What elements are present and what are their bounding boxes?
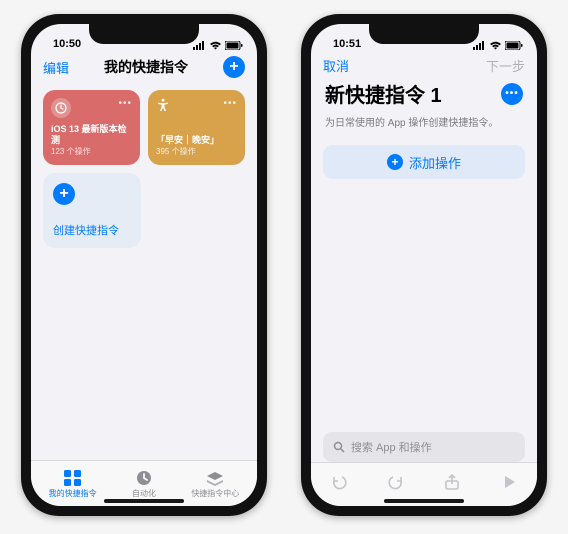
card-title: iOS 13 最新版本检测	[51, 124, 132, 146]
shortcut-card[interactable]: ••• iOS 13 最新版本检测 123 个操作	[43, 90, 140, 165]
settings-more-button[interactable]: •••	[501, 83, 523, 105]
tab-label: 快捷指令中心	[191, 488, 239, 499]
tab-label: 自动化	[132, 488, 156, 499]
card-subtitle: 395 个操作	[156, 146, 237, 157]
tab-gallery[interactable]: 快捷指令中心	[191, 469, 239, 499]
add-shortcut-button[interactable]: +	[223, 56, 245, 78]
tab-automation[interactable]: 自动化	[132, 469, 156, 499]
wifi-icon	[209, 41, 222, 50]
home-indicator[interactable]	[104, 499, 184, 503]
page-title: 新快捷指令 1	[325, 79, 442, 108]
wifi-icon	[489, 41, 502, 50]
next-button[interactable]: 下一步	[486, 56, 525, 75]
card-subtitle: 123 个操作	[51, 146, 132, 157]
grid-icon	[63, 469, 83, 487]
automation-icon	[134, 469, 154, 487]
clock-icon	[51, 98, 71, 118]
status-time: 10:51	[333, 38, 361, 50]
signal-icon	[193, 41, 206, 50]
edit-button[interactable]: 编辑	[43, 58, 69, 77]
header: 编辑 我的快捷指令 +	[31, 50, 257, 82]
home-indicator[interactable]	[384, 499, 464, 503]
redo-button[interactable]	[387, 473, 405, 496]
status-indicators	[473, 41, 523, 50]
add-action-button[interactable]: + 添加操作	[323, 145, 525, 179]
page-title: 我的快捷指令	[104, 57, 188, 77]
shortcut-card[interactable]: ••• 「早安｜晚安」 395 个操作	[148, 90, 245, 165]
battery-icon	[225, 41, 243, 50]
undo-button[interactable]	[330, 473, 348, 496]
more-icon[interactable]: •••	[118, 98, 132, 109]
battery-icon	[505, 41, 523, 50]
accessibility-icon	[156, 98, 170, 117]
plus-icon: +	[53, 183, 75, 205]
page-subtitle: 为日常使用的 App 操作创建快捷指令。	[311, 110, 537, 139]
card-title: 「早安｜晚安」	[156, 135, 237, 146]
cancel-button[interactable]: 取消	[323, 56, 349, 75]
search-placeholder: 搜索 App 和操作	[351, 439, 432, 455]
more-icon[interactable]: •••	[223, 98, 237, 109]
status-indicators	[193, 41, 243, 50]
create-label: 创建快捷指令	[53, 222, 131, 238]
play-button[interactable]	[500, 473, 518, 496]
header: 取消 下一步	[311, 50, 537, 79]
add-action-label: 添加操作	[409, 153, 461, 172]
share-button[interactable]	[443, 473, 461, 496]
create-shortcut-card[interactable]: + 创建快捷指令	[43, 173, 141, 248]
signal-icon	[473, 41, 486, 50]
status-time: 10:50	[53, 38, 81, 50]
plus-icon: +	[387, 154, 403, 170]
tab-label: 我的快捷指令	[49, 488, 97, 499]
tab-my-shortcuts[interactable]: 我的快捷指令	[49, 469, 97, 499]
gallery-icon	[205, 469, 225, 487]
search-input[interactable]: 搜索 App 和操作	[323, 432, 525, 462]
search-icon	[333, 441, 345, 453]
